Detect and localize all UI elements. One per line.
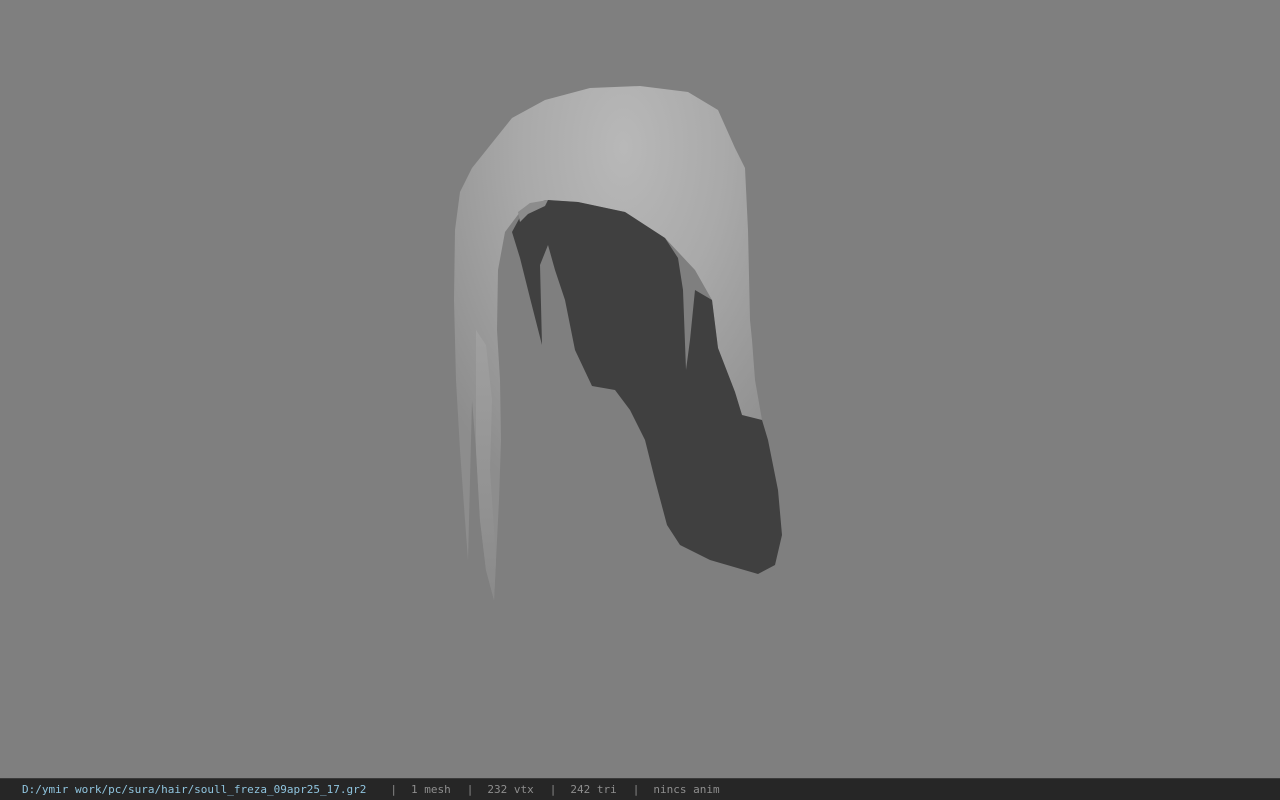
status-separator: | [390, 783, 397, 796]
status-separator: | [632, 783, 640, 796]
hair-model[interactable] [0, 0, 1280, 778]
status-mesh-count: 1 mesh [411, 783, 451, 796]
status-separator: | [549, 783, 557, 796]
status-bar: D:/ymir work/pc/sura/hair/soull_freza_09… [0, 778, 1280, 800]
status-vertex-count: 232 vtx [487, 783, 534, 796]
status-animation: nincs anim [653, 783, 720, 796]
status-file-path: D:/ymir work/pc/sura/hair/soull_freza_09… [22, 783, 367, 796]
status-triangle-count: 242 tri [570, 783, 617, 796]
status-separator: | [466, 783, 474, 796]
3d-viewport[interactable] [0, 0, 1280, 778]
